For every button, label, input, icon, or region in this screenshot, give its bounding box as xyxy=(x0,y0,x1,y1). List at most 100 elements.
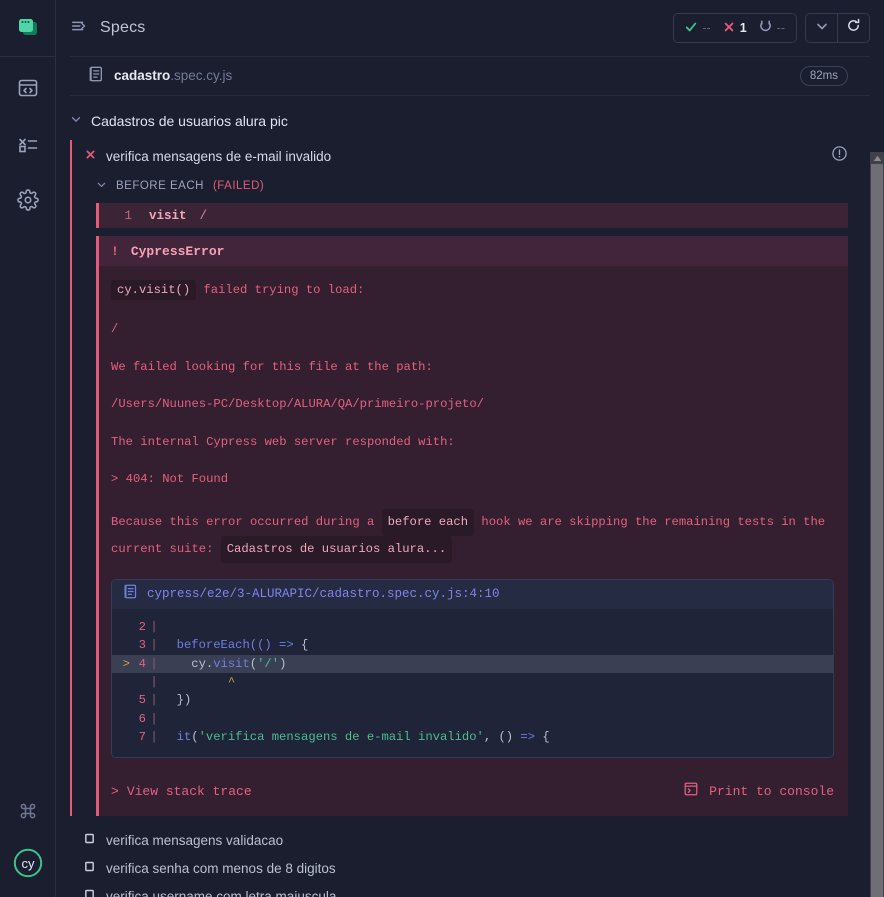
test-results-icon xyxy=(17,133,39,160)
sidebar-toggle-icon[interactable] xyxy=(70,17,88,40)
code-line: 2 | xyxy=(112,618,833,636)
code-line-text: ^ xyxy=(162,675,236,690)
failed-accent-bar xyxy=(70,140,72,817)
error-line: > 404: Not Found xyxy=(111,472,229,487)
x-icon xyxy=(85,147,96,165)
top-bar-left: Specs xyxy=(70,17,145,40)
spec-header-row[interactable]: cadastro.spec.cy.js 82ms xyxy=(70,56,870,96)
error-line: /Users/Nuunes-PC/Desktop/ALURA/QA/primei… xyxy=(111,397,484,412)
skipped-icon xyxy=(84,831,95,849)
status-failed: 1 xyxy=(723,21,747,36)
refresh-button[interactable] xyxy=(838,14,869,42)
because-part-1: Because this error occurred during a xyxy=(111,514,382,529)
code-line-number: 7 xyxy=(138,729,146,744)
keyboard-shortcuts-button[interactable] xyxy=(11,796,45,830)
error-because-line: Because this error occurred during a bef… xyxy=(111,508,834,564)
main-pane: Specs -- 1 -- cadastro.spec.cy.js 82ms C… xyxy=(56,0,884,897)
code-line-number: 5 xyxy=(138,693,146,708)
hook-header-row[interactable]: BEFORE EACH (FAILED) xyxy=(83,172,848,199)
suite-title: Cadastros de usuarios alura pic xyxy=(91,113,288,129)
code-line-bar: | xyxy=(150,729,158,744)
chevron-right-icon: > xyxy=(111,783,119,799)
failed-test-block: verifica mensagens de e-mail invalido BE… xyxy=(70,140,848,817)
sidebar-item-settings[interactable] xyxy=(11,185,45,219)
code-line-bar: | xyxy=(150,711,158,726)
status-pending: -- xyxy=(759,20,785,36)
code-line: 3 | beforeEach(() => { xyxy=(112,636,833,654)
left-nav-rail: cy xyxy=(0,0,56,897)
code-line-highlighted: > 4 | cy.visit('/') xyxy=(112,654,833,674)
list-item[interactable]: verifica mensagens validacao xyxy=(84,826,848,854)
passed-count: -- xyxy=(702,21,711,35)
code-line-number: 3 xyxy=(138,638,146,653)
scrollbar-track[interactable] xyxy=(870,164,884,897)
code-line-number: 2 xyxy=(138,620,146,635)
suite-header[interactable]: Cadastros de usuarios alura pic xyxy=(70,108,848,134)
check-icon xyxy=(685,21,697,36)
skipped-icon xyxy=(84,887,95,897)
code-line-bar: | xyxy=(150,656,158,671)
rail-bottom-group: cy xyxy=(11,796,45,897)
sidebar-item-runs[interactable] xyxy=(11,129,45,163)
snippet-file-path: cypress/e2e/3-ALURAPIC/cadastro.spec.cy.… xyxy=(147,587,500,602)
skipped-tests-list: verifica mensagens validacao verifica se… xyxy=(70,816,848,897)
view-stack-trace-label: View stack trace xyxy=(126,783,252,799)
print-to-console-button[interactable]: Print to console xyxy=(683,781,834,801)
code-line-bar: | xyxy=(150,620,158,635)
spec-file-icon xyxy=(88,66,104,87)
list-item[interactable]: verifica senha com menos de 8 digitos xyxy=(84,854,848,882)
test-title: verifica mensagens de e-mail invalido xyxy=(106,148,332,164)
refresh-icon xyxy=(846,18,861,38)
chevron-down-button[interactable] xyxy=(806,14,837,42)
view-stack-trace-button[interactable]: > View stack trace xyxy=(111,784,252,799)
code-line-caret: > xyxy=(122,656,130,671)
skipped-test-name: verifica username com letra maiuscula xyxy=(106,888,337,897)
x-icon xyxy=(723,21,735,36)
code-line-bar: | xyxy=(150,675,158,690)
vertical-scrollbar[interactable] xyxy=(870,152,884,897)
top-bar: Specs -- 1 -- xyxy=(56,0,884,56)
page-title: Specs xyxy=(100,19,146,36)
file-icon xyxy=(123,584,138,604)
skipped-test-name: verifica mensagens validacao xyxy=(106,832,284,848)
code-line: 6 | xyxy=(112,710,833,728)
gear-icon xyxy=(16,188,39,216)
cypress-logo-icon[interactable] xyxy=(0,0,56,56)
code-line-text: }) xyxy=(162,693,192,708)
chevron-down-icon xyxy=(815,19,829,38)
error-line: The internal Cypress web server responde… xyxy=(111,434,455,449)
snippet-code-lines: 2 | 3 | beforeEach(() => {> 4 | cy.visi… xyxy=(112,609,833,758)
code-line-text: it('verifica mensagens de e-mail invalid… xyxy=(176,729,550,744)
scroll-up-arrow-icon[interactable] xyxy=(873,152,882,164)
pending-count: -- xyxy=(776,21,785,35)
code-line-text: cy.visit('/') xyxy=(162,656,287,671)
error-code-pill: cy.visit() xyxy=(111,280,197,301)
error-panel: ! CypressError cy.visit() failed trying … xyxy=(96,236,848,817)
error-type: CypressError xyxy=(130,243,225,259)
command-number: 1 xyxy=(124,208,132,223)
code-line-caret-marker: | ^ xyxy=(112,673,833,691)
hook-label: BEFORE EACH xyxy=(116,180,204,192)
sidebar-item-specs[interactable] xyxy=(11,73,45,107)
chevron-down-icon xyxy=(70,112,82,130)
because-pill-suite: Cadastros de usuarios alura... xyxy=(220,535,453,564)
cypress-badge[interactable]: cy xyxy=(13,848,43,883)
code-line: 5 | }) xyxy=(112,691,833,709)
snippet-header[interactable]: cypress/e2e/3-ALURAPIC/cadastro.spec.cy.… xyxy=(112,580,833,610)
command-row[interactable]: 1 visit / xyxy=(96,203,848,228)
code-line-bar: | xyxy=(150,693,158,708)
scroll-thumb[interactable] xyxy=(871,164,883,897)
error-bang-icon: ! xyxy=(111,243,119,259)
code-line-number: 6 xyxy=(138,711,146,726)
test-header-row[interactable]: verifica mensagens de e-mail invalido xyxy=(83,140,848,172)
exclamation-circle-icon[interactable] xyxy=(831,145,848,167)
top-bar-buttons xyxy=(805,13,870,43)
error-footer: > View stack trace Print to console xyxy=(99,770,848,817)
code-line-bar: | xyxy=(150,638,158,653)
command-argument: / xyxy=(199,208,208,223)
command-key-icon xyxy=(18,801,38,826)
because-pill-hook: before each xyxy=(381,508,475,536)
status-passed: -- xyxy=(685,21,711,36)
list-item[interactable]: verifica username com letra maiuscula xyxy=(84,882,848,897)
error-line-text: failed trying to load: xyxy=(196,283,365,297)
